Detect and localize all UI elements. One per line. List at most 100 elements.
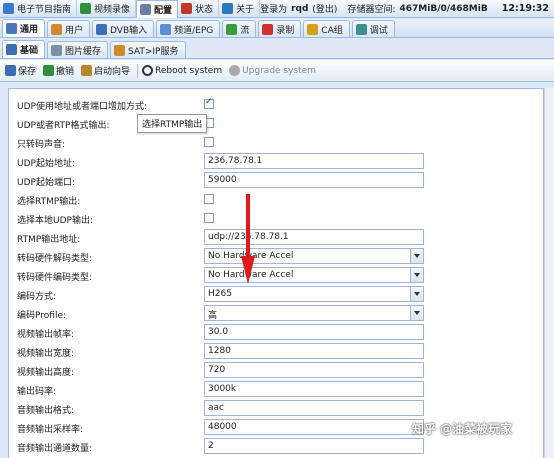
form-row: 转码硬件解码类型: No Hardware Accel xyxy=(9,247,543,266)
form-row: 音频输出通道数量: 2 xyxy=(9,437,543,456)
label: 状态 xyxy=(195,5,214,15)
key-icon xyxy=(307,23,319,35)
toolbar-button-1[interactable]: 撤销 xyxy=(41,62,79,80)
label: Reboot system xyxy=(155,65,223,76)
field-label: 视频输出帧率: xyxy=(17,330,75,340)
sub-tabs: 基础 图片缓存 SAT>IP服务 xyxy=(0,39,554,59)
form-row: 视频输出帧率: 30.0 xyxy=(9,323,543,342)
main-tab-3[interactable]: 频道/EPG xyxy=(156,20,221,37)
toolbar-separator xyxy=(137,63,139,78)
field-label: 音频输出格式: xyxy=(17,406,75,416)
chevron-down-icon[interactable] xyxy=(410,306,423,320)
reboot-icon xyxy=(142,65,154,76)
vertical-scrollbar[interactable] xyxy=(544,88,554,458)
form-row: 选择本地UDP输出: xyxy=(9,209,543,228)
main-tab-4[interactable]: 流 xyxy=(222,20,257,37)
channel-icon xyxy=(160,23,172,35)
toolbar-button-4[interactable]: Upgrade system xyxy=(227,62,321,80)
config-icon xyxy=(140,3,152,15)
field-checkbox[interactable] xyxy=(204,137,214,147)
label: 用户 xyxy=(65,25,84,36)
wizard-icon xyxy=(81,65,93,76)
field-input[interactable]: 30.0 xyxy=(204,324,424,340)
field-label: 编码Profile: xyxy=(17,311,67,321)
sub-tab-1[interactable]: 图片缓存 xyxy=(47,41,109,58)
field-label: UDP使用地址或者端口增加方式: xyxy=(17,102,147,112)
image-cache-icon xyxy=(51,44,63,56)
chevron-down-icon[interactable] xyxy=(410,249,423,263)
field-input[interactable]: 236.78.78.1 xyxy=(204,153,424,169)
top-nav-item-4[interactable]: 关于 xyxy=(219,0,261,18)
field-label: 选择RTMP输出: xyxy=(17,197,81,207)
field-select[interactable]: 高 xyxy=(204,305,424,321)
form-row: 编码方式: H265 xyxy=(9,285,543,304)
main-tab-2[interactable]: DVB输入 xyxy=(92,20,155,37)
field-label: 编码方式: xyxy=(17,292,57,302)
toolbar-button-2[interactable]: 启动向导 xyxy=(79,62,135,80)
label: 配置 xyxy=(154,5,173,16)
base-icon xyxy=(6,44,17,55)
form-row: 选择RTMP输出: xyxy=(9,190,543,209)
login-prefix: 登录为 xyxy=(260,5,288,15)
label: Upgrade system xyxy=(242,65,316,76)
top-nav-item-2[interactable]: 配置 xyxy=(136,0,179,18)
current-user: rqd xyxy=(291,3,309,14)
form-row: UDP或者RTP格式输出: xyxy=(9,114,543,133)
toolbar-button-3[interactable]: Reboot system xyxy=(140,62,227,80)
form-row: 音频输出格式: aac xyxy=(9,399,543,418)
field-input[interactable]: 3000k xyxy=(204,381,424,397)
form-row: 转码硬件编码类型: No Hardware Accel xyxy=(9,266,543,285)
satip-icon xyxy=(114,44,126,56)
toolbar-button-0[interactable]: 保存 xyxy=(3,62,41,80)
field-checkbox[interactable] xyxy=(204,97,214,109)
record-icon xyxy=(262,23,274,35)
main-tab-0[interactable]: 通用 xyxy=(2,19,46,37)
label: 调试 xyxy=(369,25,388,36)
form-row: RTMP输出地址: udp://236.78.78.1 xyxy=(9,228,543,247)
field-label: RTMP输出地址: xyxy=(17,235,81,245)
field-input[interactable]: 2 xyxy=(204,438,424,454)
top-nav-item-0[interactable]: 电子节目指南 xyxy=(0,0,78,18)
field-input[interactable]: aac xyxy=(204,400,424,416)
main-tab-7[interactable]: 调试 xyxy=(351,20,395,37)
field-input[interactable]: 59000 xyxy=(204,172,424,188)
field-label: 视频输出宽度: xyxy=(17,349,75,359)
status-icon xyxy=(181,3,193,14)
settings-panel: UDP使用地址或者端口增加方式: UDP或者RTP格式输出: 只转码声音: UDP起始… xyxy=(8,88,544,458)
main-tab-1[interactable]: 用户 xyxy=(47,20,91,37)
top-nav-item-1[interactable]: 视频录像 xyxy=(77,0,137,18)
label: 电子节目指南 xyxy=(17,5,72,15)
field-input[interactable]: 48000 xyxy=(204,419,424,435)
field-label: 只转码声音: xyxy=(17,140,66,150)
chevron-down-icon[interactable] xyxy=(410,268,423,282)
field-select[interactable]: H265 xyxy=(204,286,424,302)
chevron-down-icon[interactable] xyxy=(410,287,423,301)
field-input[interactable]: 1280 xyxy=(204,343,424,359)
dvb-icon xyxy=(96,23,108,35)
field-label: 视频输出高度: xyxy=(17,368,75,378)
wrench-icon xyxy=(6,23,17,34)
field-checkbox[interactable] xyxy=(204,194,214,204)
top-nav-item-3[interactable]: 状态 xyxy=(178,0,220,18)
form-row: UDP起始地址: 236.78.78.1 xyxy=(9,152,543,171)
logout-link[interactable]: (登出) xyxy=(312,2,337,15)
field-select[interactable]: No Hardware Accel xyxy=(204,248,424,264)
main-tab-5[interactable]: 录制 xyxy=(258,20,302,37)
label: CA组 xyxy=(321,25,343,36)
main-tab-6[interactable]: CA组 xyxy=(303,20,350,37)
label: SAT>IP服务 xyxy=(128,46,179,57)
field-checkbox[interactable] xyxy=(204,213,214,223)
sub-tab-0[interactable]: 基础 xyxy=(2,40,46,58)
label: 图片缓存 xyxy=(65,46,102,57)
field-select[interactable]: No Hardware Accel xyxy=(204,267,424,283)
toolbar: 保存 撤销 启动向导 Reboot system Upgrade system xyxy=(0,60,554,82)
upgrade-icon xyxy=(229,65,241,76)
top-bar: 电子节目指南 视频录像 配置 状态 关于 登录为 rqd (登出) 存储器空间: 467… xyxy=(0,0,554,18)
field-label: 输出码率: xyxy=(17,387,57,397)
label: 保存 xyxy=(18,67,37,77)
field-input[interactable]: 720 xyxy=(204,362,424,378)
select-value: 高 xyxy=(208,311,218,321)
field-input[interactable]: udp://236.78.78.1 xyxy=(204,229,424,245)
sub-tab-2[interactable]: SAT>IP服务 xyxy=(110,41,186,58)
red-arrow-annotation xyxy=(241,194,255,284)
